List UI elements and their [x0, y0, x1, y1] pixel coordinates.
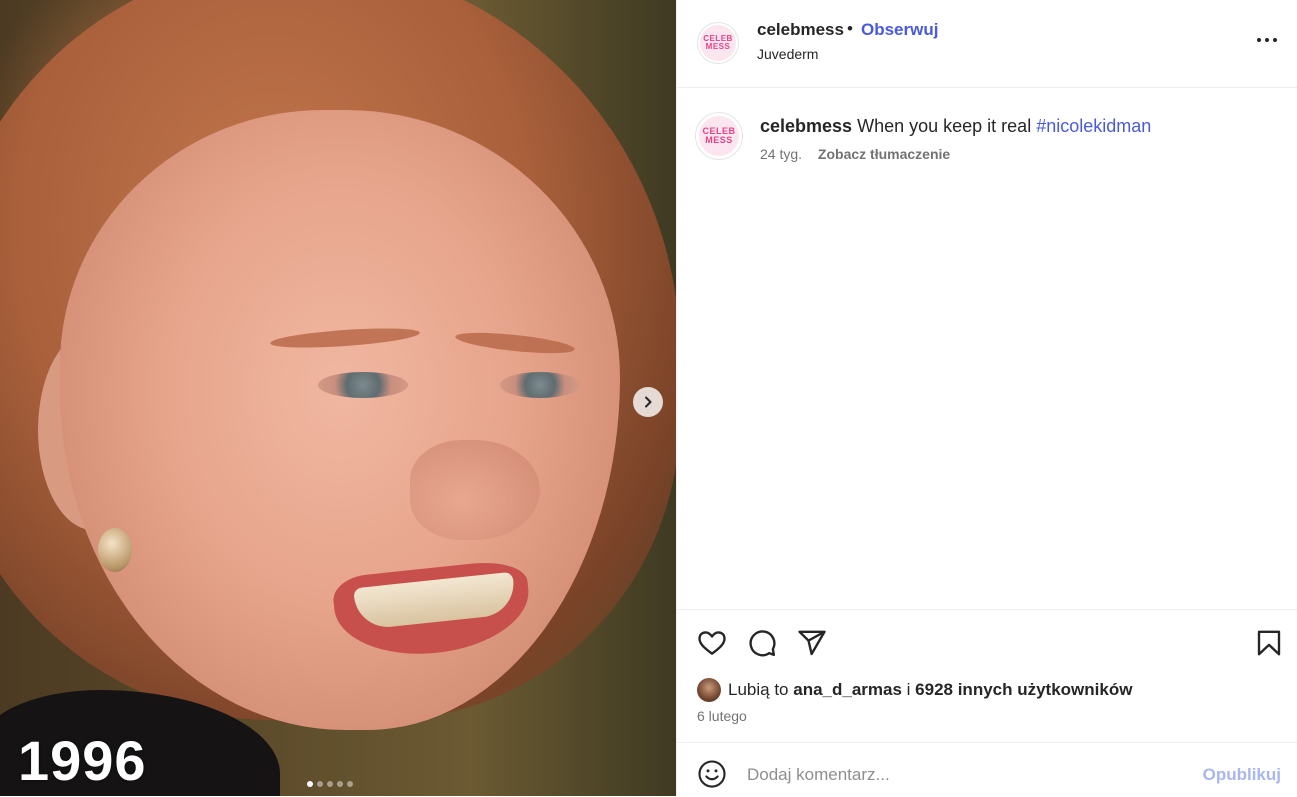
location-link[interactable]: Juvederm — [757, 46, 818, 62]
hashtag-link[interactable]: #nicolekidman — [1036, 116, 1151, 136]
next-slide-button[interactable] — [633, 387, 663, 417]
post-date[interactable]: 6 lutego — [697, 708, 747, 724]
photo-eye — [500, 372, 580, 398]
share-button[interactable] — [797, 628, 827, 658]
caption-body: When you keep it real — [857, 116, 1032, 136]
follow-button[interactable]: Obserwuj — [861, 20, 938, 40]
liker-username[interactable]: ana_d_armas — [793, 680, 902, 700]
caption-text: celebmess When you keep it real #nicolek… — [760, 116, 1151, 137]
emoji-button[interactable] — [697, 759, 727, 789]
likes-summary: Lubią to ana_d_armas i 6928 innych użytk… — [697, 678, 1132, 702]
post-photo[interactable]: 1996 — [0, 0, 676, 796]
likes-count-link[interactable]: 6928 innych użytkowników — [915, 680, 1132, 700]
carousel-indicator — [307, 781, 353, 787]
photo-nose — [410, 440, 540, 540]
likes-prefix: Lubią to — [728, 680, 789, 699]
photo-earring — [98, 528, 132, 572]
comment-button[interactable] — [747, 628, 777, 658]
photo-year-label: 1996 — [18, 729, 147, 792]
brand-logo: CELEB MESS — [700, 25, 736, 61]
chevron-right-icon — [645, 396, 652, 408]
more-icon[interactable] — [1257, 38, 1277, 42]
comment-box: Dodaj komentarz... Opublikuj — [677, 742, 1297, 797]
caption-meta: 24 tyg. Zobacz tłumaczenie — [760, 146, 950, 162]
carousel-dot — [337, 781, 343, 787]
post-age[interactable]: 24 tyg. — [760, 146, 802, 162]
publish-button[interactable]: Opublikuj — [1203, 765, 1281, 785]
likes-connector: i — [906, 680, 911, 699]
post-dialog: 1996 CELEB MESS celebmess • Obserwuj Juv… — [0, 0, 1297, 796]
comment-icon — [749, 630, 776, 657]
emoji-icon — [698, 760, 726, 788]
caption-avatar[interactable]: CELEB MESS — [695, 112, 743, 160]
translate-button[interactable]: Zobacz tłumaczenie — [818, 146, 950, 162]
carousel-dot — [347, 781, 353, 787]
caption-username[interactable]: celebmess — [760, 116, 852, 136]
liker-avatar[interactable] — [697, 678, 721, 702]
carousel-dot-active — [307, 781, 313, 787]
post-header: CELEB MESS celebmess • Obserwuj Juvederm — [677, 0, 1297, 88]
bookmark-icon — [1257, 630, 1281, 656]
action-bar: Lubią to ana_d_armas i 6928 innych użytk… — [677, 609, 1297, 743]
header-username[interactable]: celebmess — [757, 20, 844, 40]
brand-logo: CELEB MESS — [699, 116, 739, 156]
carousel-dot — [317, 781, 323, 787]
avatar[interactable]: CELEB MESS — [697, 22, 739, 64]
post-sidebar: CELEB MESS celebmess • Obserwuj Juvederm… — [676, 0, 1297, 796]
photo-eye — [318, 372, 408, 398]
like-button[interactable] — [697, 628, 727, 658]
heart-icon — [698, 631, 726, 655]
separator-dot: • — [847, 19, 853, 38]
comment-input[interactable]: Dodaj komentarz... — [747, 765, 890, 785]
carousel-dot — [327, 781, 333, 787]
save-button[interactable] — [1254, 628, 1284, 658]
share-icon — [798, 630, 826, 656]
